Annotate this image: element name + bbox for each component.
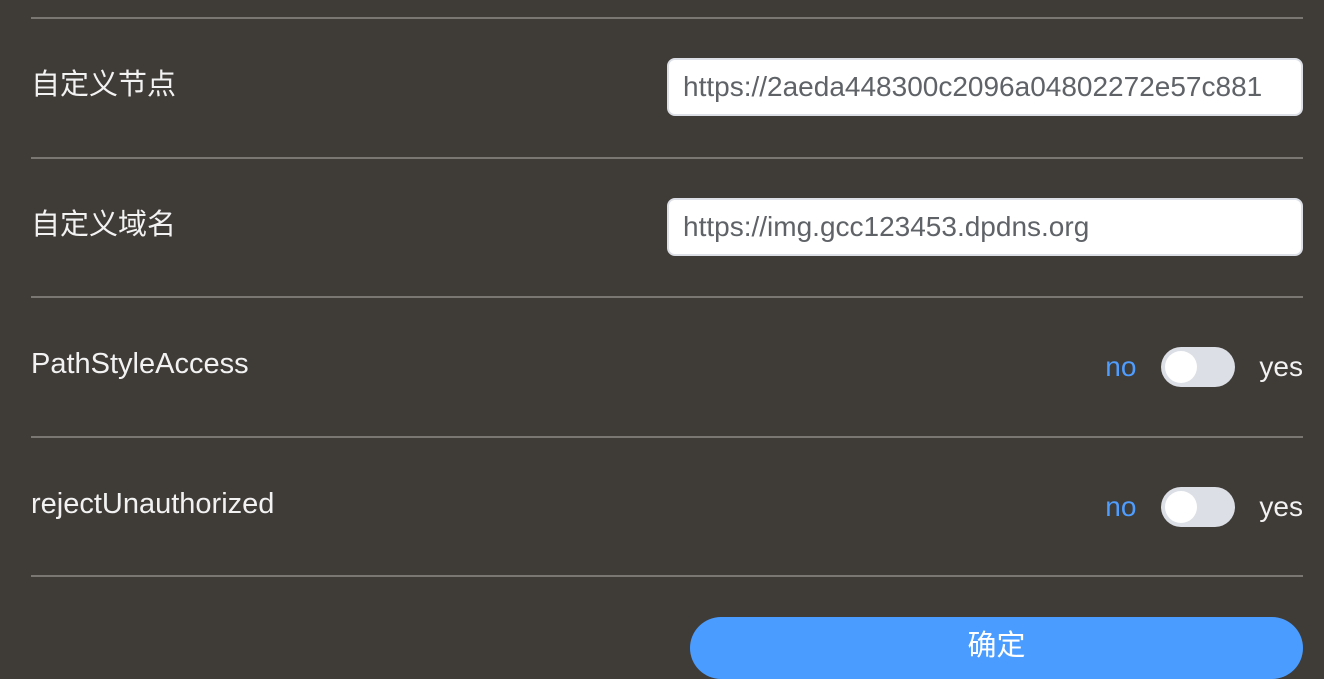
custom-node-input[interactable]: [667, 58, 1303, 116]
path-style-access-toggle[interactable]: [1161, 347, 1236, 387]
reject-unauthorized-no-label[interactable]: no: [1105, 491, 1136, 523]
path-style-access-label: PathStyleAccess: [31, 348, 249, 380]
divider: [31, 157, 1303, 159]
toggle-knob: [1165, 351, 1198, 383]
divider: [31, 17, 1303, 19]
toggle-knob: [1165, 491, 1198, 523]
custom-domain-input[interactable]: [667, 198, 1303, 256]
reject-unauthorized-toggle[interactable]: [1161, 487, 1236, 527]
reject-unauthorized-switch-group: no yes: [1105, 487, 1303, 527]
reject-unauthorized-label: rejectUnauthorized: [31, 488, 275, 520]
path-style-access-no-label[interactable]: no: [1105, 351, 1136, 383]
custom-domain-label: 自定义域名: [31, 209, 177, 241]
reject-unauthorized-yes-label[interactable]: yes: [1259, 491, 1303, 523]
custom-node-label: 自定义节点: [31, 69, 177, 101]
divider: [31, 436, 1303, 438]
confirm-button[interactable]: 确定: [690, 617, 1303, 679]
settings-form: 自定义节点 自定义域名 PathStyleAccess no yes rejec…: [31, 0, 1303, 679]
path-style-access-switch-group: no yes: [1105, 347, 1303, 387]
path-style-access-yes-label[interactable]: yes: [1259, 351, 1303, 383]
divider: [31, 575, 1303, 577]
divider: [31, 296, 1303, 298]
